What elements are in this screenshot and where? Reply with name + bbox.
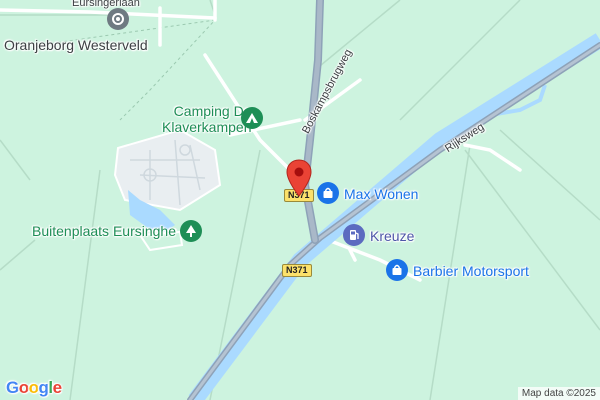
place-label-buitenplaats[interactable]: Buitenplaats Eursinghe [32,223,176,239]
route-shield-n371-south: N371 [282,264,312,277]
cemetery-icon[interactable] [107,8,129,30]
place-label-max-wonen[interactable]: Max Wonen [344,186,418,202]
canal [188,33,600,400]
google-logo[interactable]: Google [6,378,62,398]
google-logo-letter-o1: o [18,378,29,397]
camping-label-line1: Camping De [173,103,252,119]
place-label-camping[interactable]: Camping De Klaverkampen [162,103,252,135]
shopping-bag-icon[interactable] [386,259,408,281]
road-label-eursingerlaan: Eursingerlaan [72,0,140,9]
tree-icon[interactable] [180,220,202,242]
map-attribution[interactable]: Map data ©2025 [517,387,600,400]
google-logo-letter-g2: g [38,378,49,397]
shopping-bag-icon[interactable] [317,182,339,204]
camping-label-line2: Klaverkampen [162,119,252,135]
place-label-oranjeborg[interactable]: Oranjeborg Westerveld [4,37,148,53]
map-canvas[interactable]: Eursingerlaan Boskampsbrugweg Rijksweg N… [0,0,600,400]
google-logo-letter-e: e [52,378,62,397]
place-label-barbier-motorsport[interactable]: Barbier Motorsport [413,263,529,279]
google-logo-letter-g: G [6,378,19,397]
place-label-kreuze[interactable]: Kreuze [370,228,414,244]
google-logo-letter-o2: o [28,378,39,397]
location-pin-icon[interactable] [286,159,312,197]
campground-icon[interactable] [241,107,263,129]
gas-station-icon[interactable] [343,224,365,246]
